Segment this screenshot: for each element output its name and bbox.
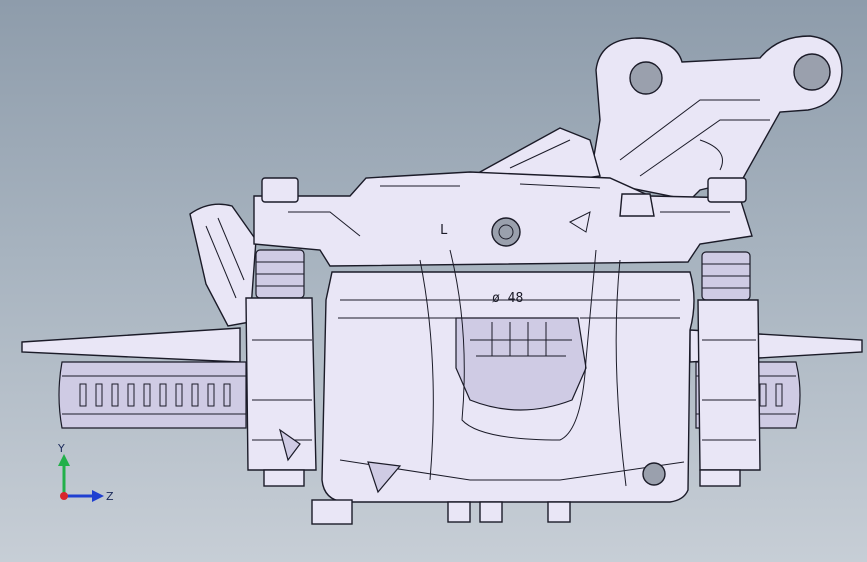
engraving-piston-diameter: ø 48 (492, 291, 523, 306)
brake-caliper-model[interactable]: L ø 48 (0, 0, 867, 562)
knuckle-mount-bracket[interactable] (589, 35, 843, 201)
engraving-side-mark: L (440, 223, 448, 238)
y-axis-arrow (58, 454, 70, 496)
z-axis-label: Z (106, 490, 114, 503)
x-axis-dot (60, 492, 68, 500)
axis-triad: Y Z (57, 442, 114, 503)
cad-3d-viewport[interactable]: L ø 48 Y Z (0, 0, 867, 562)
y-axis-label: Y (57, 442, 65, 455)
z-axis-arrow (64, 490, 104, 502)
